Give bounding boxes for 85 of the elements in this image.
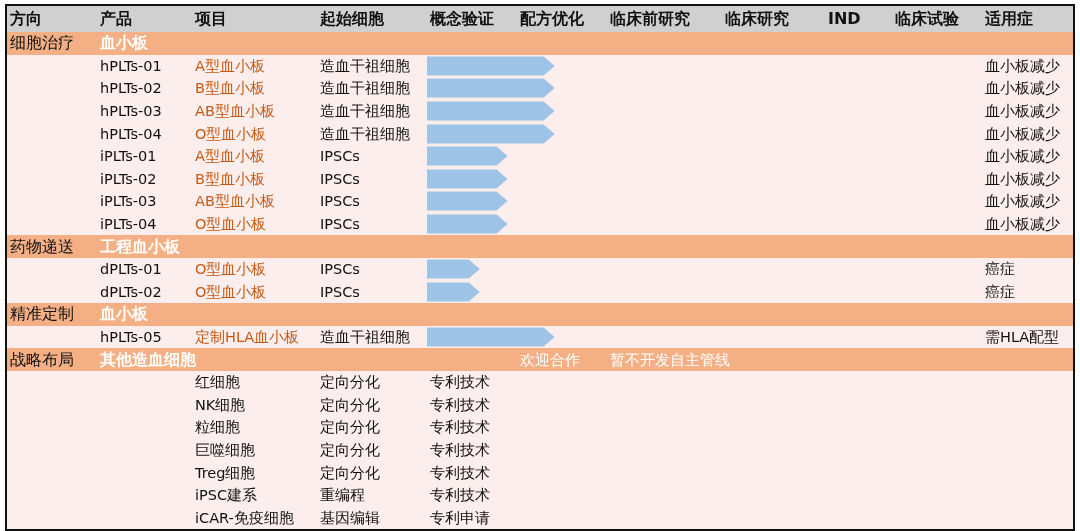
method: 定向分化 bbox=[319, 418, 381, 438]
project-name: AB型血小板 bbox=[194, 192, 276, 212]
indication: 血小板减少 bbox=[984, 124, 1061, 144]
indication: 血小板减少 bbox=[984, 79, 1061, 99]
project-name: AB型血小板 bbox=[194, 102, 276, 122]
technology-status: 专利技术 bbox=[429, 373, 491, 393]
product-code: dPLTs-01 bbox=[99, 260, 163, 280]
technology-status: 专利申请 bbox=[429, 508, 491, 528]
method: 定向分化 bbox=[319, 395, 381, 415]
column-header: IND bbox=[827, 9, 862, 29]
method: 基因编辑 bbox=[319, 508, 381, 528]
indication: 血小板减少 bbox=[984, 56, 1061, 76]
product-code: hPLTs-04 bbox=[99, 124, 163, 144]
cell-type: iPSC建系 bbox=[194, 486, 259, 506]
project-name: B型血小板 bbox=[194, 79, 266, 99]
start-cell-text: IPSCs bbox=[319, 147, 361, 167]
start-cell-text: IPSCs bbox=[319, 282, 361, 302]
method: 定向分化 bbox=[319, 463, 381, 483]
technology-status: 专利技术 bbox=[429, 395, 491, 415]
indication: 血小板减少 bbox=[984, 147, 1061, 167]
start-cell-text: IPSCs bbox=[319, 169, 361, 189]
indication: 血小板减少 bbox=[984, 169, 1061, 189]
project-name: A型血小板 bbox=[194, 147, 266, 167]
cell-type: NK细胞 bbox=[194, 395, 247, 415]
column-header: 临床试验 bbox=[894, 9, 960, 29]
project-name: B型血小板 bbox=[194, 169, 266, 189]
project-name: 定制HLA血小板 bbox=[194, 328, 301, 347]
product-code: iPLTs-03 bbox=[99, 192, 158, 212]
group-label: 工程血小板 bbox=[99, 236, 181, 257]
start-cell-text: 造血干祖细胞 bbox=[319, 79, 411, 99]
start-cell-text: 造血干祖细胞 bbox=[319, 328, 411, 347]
product-code: hPLTs-03 bbox=[99, 102, 163, 122]
technology-status: 专利技术 bbox=[429, 441, 491, 460]
column-header: 概念验证 bbox=[429, 9, 495, 29]
indication: 血小板减少 bbox=[984, 215, 1061, 235]
method: 定向分化 bbox=[319, 373, 381, 393]
technology-status: 专利技术 bbox=[429, 418, 491, 438]
column-header: 配方优化 bbox=[519, 9, 585, 29]
column-header: 临床前研究 bbox=[609, 9, 691, 29]
group-label: 血小板 bbox=[99, 304, 149, 325]
column-header: 起始细胞 bbox=[319, 9, 385, 29]
cell-type: iCAR-免疫细胞 bbox=[194, 508, 295, 528]
cell-type: 巨噬细胞 bbox=[194, 441, 256, 460]
method: 重编程 bbox=[319, 486, 366, 506]
column-header: 临床研究 bbox=[724, 9, 790, 29]
project-name: A型血小板 bbox=[194, 56, 266, 76]
indication: 血小板减少 bbox=[984, 192, 1061, 212]
indication: 需HLA配型 bbox=[984, 328, 1061, 347]
start-cell-text: IPSCs bbox=[319, 192, 361, 212]
cell-type: 红细胞 bbox=[194, 373, 241, 393]
start-cell-text: 造血干祖细胞 bbox=[319, 56, 411, 76]
column-header: 方向 bbox=[9, 9, 43, 29]
method: 定向分化 bbox=[319, 441, 381, 460]
project-name: O型血小板 bbox=[194, 260, 268, 280]
direction-label: 精准定制 bbox=[9, 304, 75, 325]
start-cell-text: 造血干祖细胞 bbox=[319, 102, 411, 122]
product-code: hPLTs-05 bbox=[99, 328, 163, 347]
column-header: 适用症 bbox=[984, 9, 1034, 29]
cell-type: Treg细胞 bbox=[194, 463, 257, 483]
indication: 血小板减少 bbox=[984, 102, 1061, 122]
start-cell-text: IPSCs bbox=[319, 260, 361, 280]
note-text: 暂不开发自主管线 bbox=[609, 349, 730, 370]
direction-label: 细胞治疗 bbox=[9, 33, 75, 54]
direction-label: 药物递送 bbox=[9, 236, 75, 257]
product-code: iPLTs-02 bbox=[99, 169, 158, 189]
product-code: hPLTs-02 bbox=[99, 79, 163, 99]
column-header: 项目 bbox=[193, 9, 228, 29]
product-code: iPLTs-01 bbox=[99, 147, 158, 167]
indication: 癌症 bbox=[984, 260, 1016, 280]
technology-status: 专利技术 bbox=[429, 463, 491, 483]
cell-type: 粒细胞 bbox=[194, 418, 241, 438]
product-code: iPLTs-04 bbox=[99, 215, 158, 235]
direction-label: 战略布局 bbox=[9, 349, 75, 370]
start-cell-text: IPSCs bbox=[319, 215, 361, 235]
column-header: 产品 bbox=[99, 9, 133, 29]
product-code: hPLTs-01 bbox=[99, 56, 163, 76]
product-code: dPLTs-02 bbox=[99, 282, 163, 302]
note-text: 欢迎合作 bbox=[519, 349, 581, 370]
start-cell-text: 造血干祖细胞 bbox=[319, 124, 411, 144]
project-name: O型血小板 bbox=[194, 124, 268, 144]
technology-status: 专利技术 bbox=[429, 486, 491, 506]
project-name: O型血小板 bbox=[194, 282, 268, 302]
indication: 癌症 bbox=[984, 282, 1016, 302]
group-label: 血小板 bbox=[99, 33, 149, 54]
project-name: O型血小板 bbox=[194, 215, 268, 235]
